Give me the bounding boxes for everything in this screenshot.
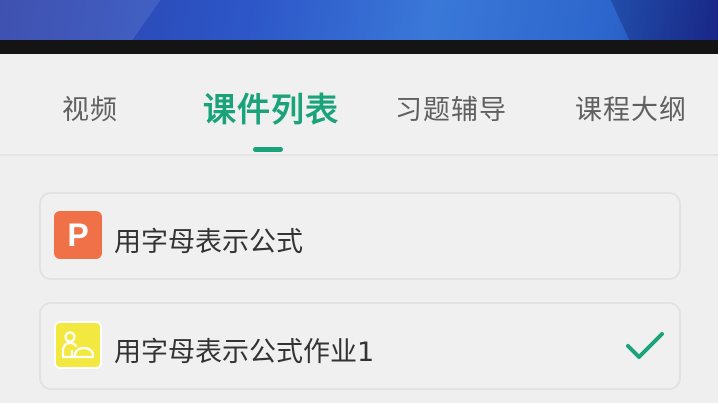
courseware-item[interactable]: P 用字母表示公式 [39, 192, 681, 280]
video-player[interactable] [0, 0, 718, 40]
video-player-bottom-bar [0, 40, 718, 54]
courseware-item-title: 用字母表示公式 [114, 227, 303, 258]
tab-course-outline[interactable]: 课程大纲 [575, 88, 687, 127]
active-tab-indicator [253, 147, 283, 152]
app-screen: 视频 课件列表 习题辅导 课程大纲 P 用字母表示公式 用字母表示公式作业1 [0, 0, 718, 403]
tab-bar: 视频 课件列表 习题辅导 课程大纲 [0, 54, 718, 156]
video-banner-decoration [601, 0, 718, 40]
ppt-file-icon: P [54, 211, 102, 259]
courseware-item[interactable]: 用字母表示公式作业1 [39, 302, 681, 390]
tab-exercise-tutoring[interactable]: 习题辅导 [395, 88, 507, 127]
tab-courseware-list[interactable]: 课件列表 [203, 83, 339, 131]
courseware-item-title: 用字母表示公式作业1 [114, 337, 375, 368]
video-banner-decoration [0, 0, 182, 40]
tab-video[interactable]: 视频 [62, 88, 118, 127]
homework-icon [54, 321, 102, 369]
check-icon [626, 332, 664, 359]
